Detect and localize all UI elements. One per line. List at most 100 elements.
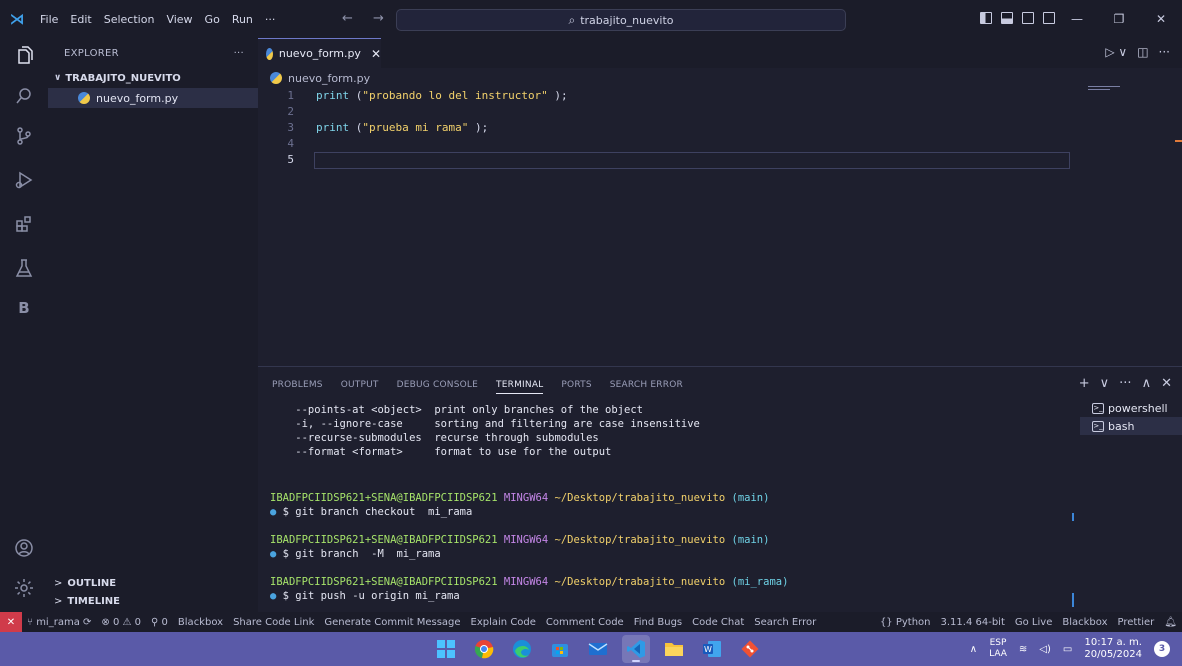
line-number: 2 xyxy=(287,105,294,118)
menu-run[interactable]: Run xyxy=(226,13,259,26)
folder-trabajito-nuevito[interactable]: ∨ TRABAJITO_NUEVITO xyxy=(48,68,258,88)
warning-count: 0 xyxy=(134,616,142,628)
menu-view[interactable]: View xyxy=(160,13,198,26)
toggle-sidebar-icon[interactable] xyxy=(980,12,992,24)
volume-icon[interactable]: ◁) xyxy=(1039,644,1051,655)
edge-icon[interactable] xyxy=(508,635,536,663)
battery-icon[interactable]: ▭ xyxy=(1063,644,1072,655)
ports-status[interactable]: ⚲ 0 xyxy=(146,617,173,628)
clock-time: 10:17 a. m. xyxy=(1084,637,1142,648)
run-debug-icon[interactable] xyxy=(0,162,48,198)
terminal-item-powershell[interactable]: >_ powershell xyxy=(1080,399,1182,417)
testing-icon[interactable] xyxy=(0,250,48,286)
status-comment-code[interactable]: Comment Code xyxy=(541,617,629,628)
python-file-icon xyxy=(266,47,273,60)
status-blackbox[interactable]: Blackbox xyxy=(173,617,228,628)
wifi-icon[interactable]: ≋ xyxy=(1019,644,1027,655)
taskbar-apps: W xyxy=(432,632,764,666)
tab-problems[interactable]: PROBLEMS xyxy=(272,380,323,394)
status-find-bugs[interactable]: Find Bugs xyxy=(629,617,687,628)
outline-section[interactable]: > OUTLINE xyxy=(48,574,258,592)
prompt-user: IBADFPCIIDSP621+SENA@IBADFPCIIDSP621 xyxy=(270,534,498,546)
go-live-button[interactable]: Go Live xyxy=(1010,617,1057,628)
command-center-search[interactable]: ⌕ trabajito_nuevito xyxy=(396,9,846,31)
explorer-icon[interactable] xyxy=(0,38,48,74)
vscode-taskbar-icon[interactable] xyxy=(622,635,650,663)
prompt-branch: (main) xyxy=(731,492,770,504)
prettier-status[interactable]: Prettier xyxy=(1113,617,1160,628)
terminal-dropdown-icon[interactable]: ∨ xyxy=(1100,376,1110,391)
notification-badge[interactable]: 3 xyxy=(1154,641,1170,657)
tab-terminal[interactable]: TERMINAL xyxy=(496,380,544,394)
file-nuevo-form-py[interactable]: nuevo_form.py xyxy=(48,88,258,108)
new-terminal-button[interactable]: + xyxy=(1079,376,1090,391)
language-mode[interactable]: {} Python xyxy=(875,617,936,628)
mail-icon[interactable] xyxy=(584,635,612,663)
source-control-icon[interactable] xyxy=(0,118,48,154)
notifications-bell-icon[interactable]: 🔔︎ xyxy=(1159,617,1182,628)
word-icon[interactable]: W xyxy=(698,635,726,663)
minimap[interactable] xyxy=(1088,86,1128,92)
menu-file[interactable]: File xyxy=(34,13,64,26)
tray-overflow-icon[interactable]: ∧ xyxy=(970,644,977,655)
accounts-icon[interactable] xyxy=(0,530,48,566)
more-actions-icon[interactable]: ··· xyxy=(1159,45,1170,59)
status-share-code-link[interactable]: Share Code Link xyxy=(228,617,319,628)
code-line: print ("probando lo del instructor" ); xyxy=(316,88,568,104)
tab-label: nuevo_form.py xyxy=(278,47,361,60)
blackbox-icon[interactable]: B xyxy=(0,290,48,326)
windows-start-icon[interactable] xyxy=(432,635,460,663)
maximize-button[interactable]: ❐ xyxy=(1098,12,1140,26)
split-editor-icon[interactable]: ◫ xyxy=(1137,45,1148,59)
store-icon[interactable] xyxy=(546,635,574,663)
code-editor[interactable]: 1 2 3 4 5 print ("probando lo del instru… xyxy=(258,88,1182,366)
prompt-system: MINGW64 xyxy=(503,534,549,546)
status-generate-commit[interactable]: Generate Commit Message xyxy=(319,617,465,628)
menu-go[interactable]: Go xyxy=(199,13,226,26)
tab-output[interactable]: OUTPUT xyxy=(341,380,379,394)
chrome-icon[interactable] xyxy=(470,635,498,663)
maximize-panel-button[interactable]: ∧ xyxy=(1142,376,1152,391)
status-blackbox-right[interactable]: Blackbox xyxy=(1057,617,1112,628)
tab-ports[interactable]: PORTS xyxy=(561,380,591,394)
breadcrumb[interactable]: nuevo_form.py xyxy=(258,68,1182,88)
toggle-panel-icon[interactable] xyxy=(1001,12,1013,24)
explorer-more-button[interactable]: ··· xyxy=(234,48,244,59)
terminal-item-bash[interactable]: >_ bash xyxy=(1080,417,1182,435)
toggle-secondary-sidebar-icon[interactable] xyxy=(1022,12,1034,24)
manage-gear-icon[interactable] xyxy=(0,570,48,606)
status-code-chat[interactable]: Code Chat xyxy=(687,617,749,628)
problems-status[interactable]: ⊗ 0 ⚠ 0 xyxy=(96,617,146,628)
search-view-icon[interactable] xyxy=(0,78,48,114)
status-explain-code[interactable]: Explain Code xyxy=(466,617,541,628)
extensions-icon[interactable] xyxy=(0,206,48,242)
minimize-button[interactable]: — xyxy=(1056,12,1098,26)
tab-search-error[interactable]: SEARCH ERROR xyxy=(610,380,683,394)
branch-status[interactable]: ⑂ mi_rama ⟳ xyxy=(22,617,96,628)
menu-selection[interactable]: Selection xyxy=(98,13,161,26)
panel-more-button[interactable]: ··· xyxy=(1119,376,1131,391)
run-python-icon[interactable]: ▷ ∨ xyxy=(1105,45,1127,59)
window-controls: — ❐ ✕ xyxy=(1056,0,1182,38)
menu-more[interactable]: ··· xyxy=(259,13,282,26)
file-explorer-icon[interactable] xyxy=(660,635,688,663)
prompt-system: MINGW64 xyxy=(503,492,549,504)
python-interpreter[interactable]: 3.11.4 64-bit xyxy=(936,617,1010,628)
customize-layout-icon[interactable] xyxy=(1043,12,1055,24)
tab-debug-console[interactable]: DEBUG CONSOLE xyxy=(397,380,478,394)
git-icon[interactable] xyxy=(736,635,764,663)
close-panel-button[interactable]: ✕ xyxy=(1161,376,1172,391)
status-search-error[interactable]: Search Error xyxy=(749,617,821,628)
timeline-section[interactable]: > TIMELINE xyxy=(48,592,258,610)
chevron-right-icon: > xyxy=(54,595,63,607)
close-button[interactable]: ✕ xyxy=(1140,12,1182,26)
command-decoration-icon: ● xyxy=(270,590,277,602)
language-indicator[interactable]: ESP LAA xyxy=(989,638,1007,660)
tab-close-icon[interactable]: ✕ xyxy=(371,47,381,61)
clock[interactable]: 10:17 a. m. 20/05/2024 xyxy=(1084,637,1142,661)
tab-nuevo-form-py[interactable]: nuevo_form.py ✕ xyxy=(258,38,381,68)
menu-edit[interactable]: Edit xyxy=(64,13,97,26)
remote-indicator-button[interactable]: ✕ xyxy=(0,612,22,632)
prompt-branch: (mi_rama) xyxy=(731,576,789,588)
nav-arrows[interactable]: ← → xyxy=(342,11,392,26)
